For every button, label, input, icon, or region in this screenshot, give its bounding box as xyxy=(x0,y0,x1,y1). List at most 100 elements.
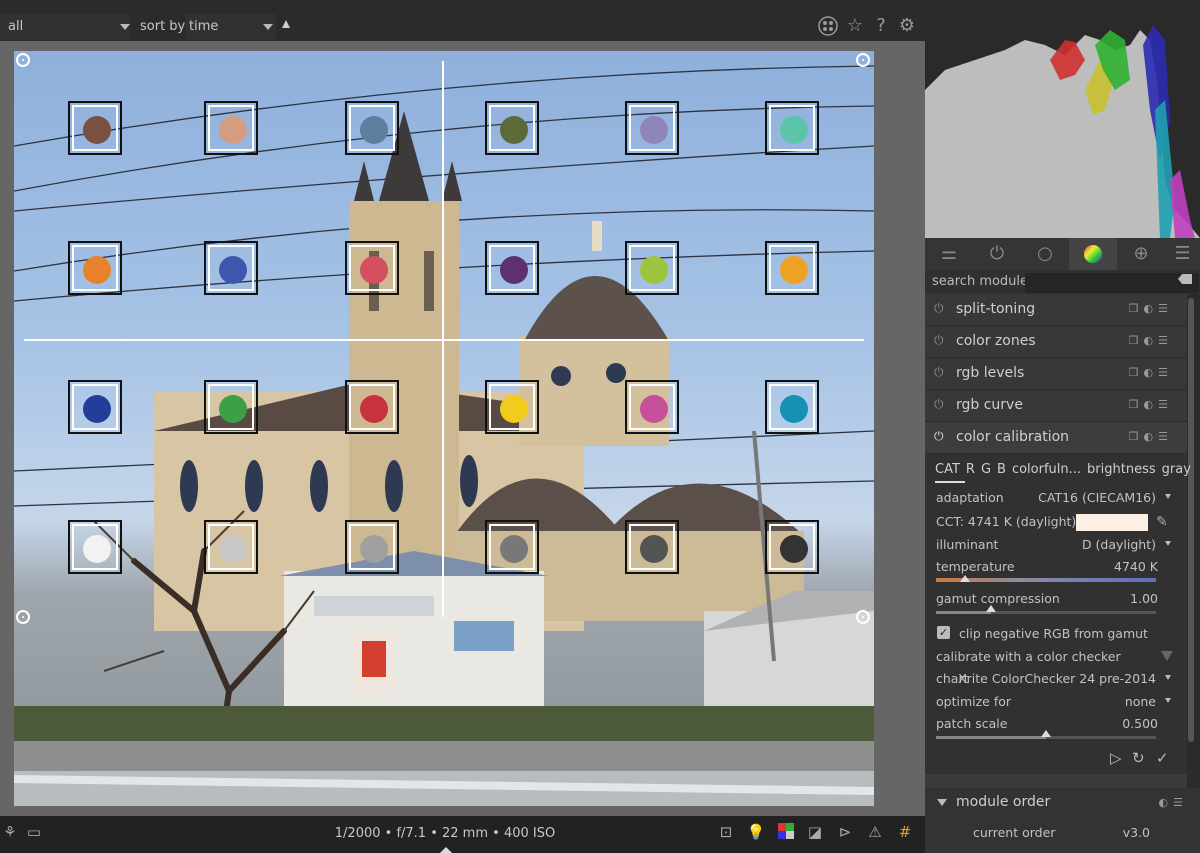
chevron-down-icon xyxy=(1165,541,1171,546)
tab-b[interactable]: B xyxy=(997,462,1006,477)
optimize-value: none xyxy=(1124,694,1156,709)
temperature-slider[interactable] xyxy=(936,575,1156,582)
module-actions-icons[interactable]: ❐◐☰ xyxy=(1129,302,1173,315)
module-actions-icons[interactable]: ❐◐☰ xyxy=(1129,366,1173,379)
raw-overexposed-icon[interactable]: ◪ xyxy=(805,822,825,842)
chevron-down-icon xyxy=(1165,675,1171,680)
active-modules-icon[interactable]: ⏻ xyxy=(973,238,1021,270)
corner-handle-bottom-right[interactable] xyxy=(856,610,870,624)
patch-scale-label: patch scale xyxy=(936,716,1008,731)
patch-scale-slider-knob[interactable] xyxy=(1041,730,1051,737)
color-assessment-icon[interactable]: 💡 xyxy=(746,822,766,842)
warning-icon[interactable]: ⚠ xyxy=(865,822,885,842)
tab-brightness[interactable]: brightness xyxy=(1087,462,1156,477)
corner-handle-top-right[interactable] xyxy=(856,53,870,67)
panel-scrollbar[interactable] xyxy=(1188,298,1194,742)
module-actions-icons[interactable]: ❐◐☰ xyxy=(1129,398,1173,411)
power-icon[interactable]: ⏻ xyxy=(934,366,946,378)
tab-cat[interactable]: CAT xyxy=(935,462,960,477)
power-icon[interactable]: ⏻ xyxy=(934,430,946,442)
gear-icon[interactable]: ⚙ xyxy=(897,16,917,36)
patch-color-dot xyxy=(360,395,388,423)
patch-color-dot xyxy=(360,535,388,563)
second-window-icon[interactable]: ▭ xyxy=(24,822,44,842)
adaptation-value: CAT16 (CIECAM16) xyxy=(1038,490,1156,505)
chart-row[interactable]: chart Xrite ColorChecker 24 pre-2014 xyxy=(936,671,1158,689)
vertical-guide-line[interactable] xyxy=(442,61,444,617)
module-split-toning[interactable]: ⏻ split-toning ❐◐☰ xyxy=(925,294,1187,326)
clip-negative-checkbox[interactable]: ✓ xyxy=(937,626,950,639)
module-order-actions-icons[interactable]: ◐☰ xyxy=(1159,796,1188,809)
overexposed-icon[interactable]: ⊳ xyxy=(835,822,855,842)
color-patch xyxy=(485,241,539,295)
sort-order-icon[interactable] xyxy=(282,20,290,28)
refresh-icon[interactable]: ↻ xyxy=(1132,749,1145,767)
tab-gray[interactable]: gray xyxy=(1162,462,1191,477)
adaptation-row[interactable]: adaptation CAT16 (CIECAM16) xyxy=(936,490,1158,508)
power-icon[interactable]: ⏻ xyxy=(934,398,946,410)
gamut-compression-slider-knob[interactable] xyxy=(986,605,996,612)
sort-by-dropdown[interactable]: time xyxy=(186,14,276,40)
module-color-zones[interactable]: ⏻ color zones ❐◐☰ xyxy=(925,326,1187,358)
color-picker-icon[interactable]: ✎ xyxy=(1156,514,1168,530)
power-icon[interactable]: ⏻ xyxy=(934,302,946,314)
validate-icon[interactable]: ✓ xyxy=(1156,749,1169,767)
color-patch xyxy=(68,520,122,574)
gamut-compression-slider[interactable] xyxy=(936,605,1156,614)
horizontal-guide-line[interactable] xyxy=(24,339,864,341)
color-patch xyxy=(625,520,679,574)
illuminant-label: illuminant xyxy=(936,537,999,552)
filmstrip-toggle-icon[interactable] xyxy=(440,847,452,853)
softproof-icon[interactable] xyxy=(776,822,796,842)
menu-icon[interactable]: ☰ xyxy=(1165,238,1200,270)
star-icon[interactable]: ☆ xyxy=(845,16,865,36)
guides-icon[interactable]: # xyxy=(895,822,915,842)
grouping-icon[interactable] xyxy=(818,16,838,36)
temperature-value: 4740 K xyxy=(1114,559,1158,574)
chevron-down-icon xyxy=(120,24,130,30)
optimize-row[interactable]: optimize for none xyxy=(936,694,1158,712)
patch-color-dot xyxy=(500,256,528,284)
color-group-icon[interactable] xyxy=(1069,238,1117,270)
corner-handle-bottom-left[interactable] xyxy=(16,610,30,624)
patch-scale-slider[interactable] xyxy=(936,730,1156,739)
gamut-check-icon[interactable]: ⚘ xyxy=(0,822,20,842)
module-actions-icons[interactable]: ❐◐☰ xyxy=(1129,430,1173,443)
color-patch xyxy=(765,241,819,295)
expand-arrow-icon[interactable] xyxy=(937,799,947,806)
collection-filter-dropdown[interactable]: all xyxy=(0,14,130,40)
patch-color-dot xyxy=(500,535,528,563)
search-module-input[interactable] xyxy=(1025,273,1199,293)
module-rgb-curve[interactable]: ⏻ rgb curve ❐◐☰ xyxy=(925,390,1187,422)
module-color-calibration[interactable]: ⏻ color calibration ❐◐☰ xyxy=(925,422,1187,454)
collapse-section-icon[interactable] xyxy=(1161,651,1173,661)
temperature-slider-knob[interactable] xyxy=(959,575,970,582)
power-icon[interactable]: ⏻ xyxy=(934,334,946,346)
run-checker-icon[interactable]: ▷ xyxy=(1110,749,1122,767)
sort-by-label: sort by xyxy=(140,19,186,34)
corner-handle-top-left[interactable] xyxy=(16,53,30,67)
base-group-icon[interactable]: ○ xyxy=(1021,238,1069,270)
tab-r[interactable]: R xyxy=(966,462,975,477)
photo-scene xyxy=(14,65,874,806)
illuminant-row[interactable]: illuminant D (daylight) xyxy=(936,537,1158,555)
chevron-down-icon xyxy=(1165,698,1171,703)
module-order-section: module order ◐☰ current order v3.0 xyxy=(925,788,1200,853)
patch-color-dot xyxy=(780,395,808,423)
gamut-compression-row[interactable]: gamut compression 1.00 xyxy=(936,591,1158,609)
module-rgb-levels[interactable]: ⏻ rgb levels ❐◐☰ xyxy=(925,358,1187,390)
patch-color-dot xyxy=(360,116,388,144)
module-order-header[interactable]: module order xyxy=(956,794,1050,810)
effects-group-icon[interactable]: ⊕ xyxy=(1117,238,1165,270)
focus-peaking-icon[interactable]: ⊡ xyxy=(716,822,736,842)
help-icon[interactable]: ? xyxy=(871,16,891,36)
calibrate-checker-row[interactable]: calibrate with a color checker xyxy=(936,649,1158,667)
module-actions-icons[interactable]: ❐◐☰ xyxy=(1129,334,1173,347)
tab-g[interactable]: G xyxy=(981,462,991,477)
module-group-tabs: ⚌ ⏻ ○ ⊕ ☰ xyxy=(925,238,1200,270)
histogram[interactable] xyxy=(925,0,1200,238)
photo-image[interactable] xyxy=(14,51,874,806)
patch-color-dot xyxy=(219,116,247,144)
tab-colorfulness[interactable]: colorfuln... xyxy=(1012,462,1081,477)
quick-access-icon[interactable]: ⚌ xyxy=(925,238,973,270)
